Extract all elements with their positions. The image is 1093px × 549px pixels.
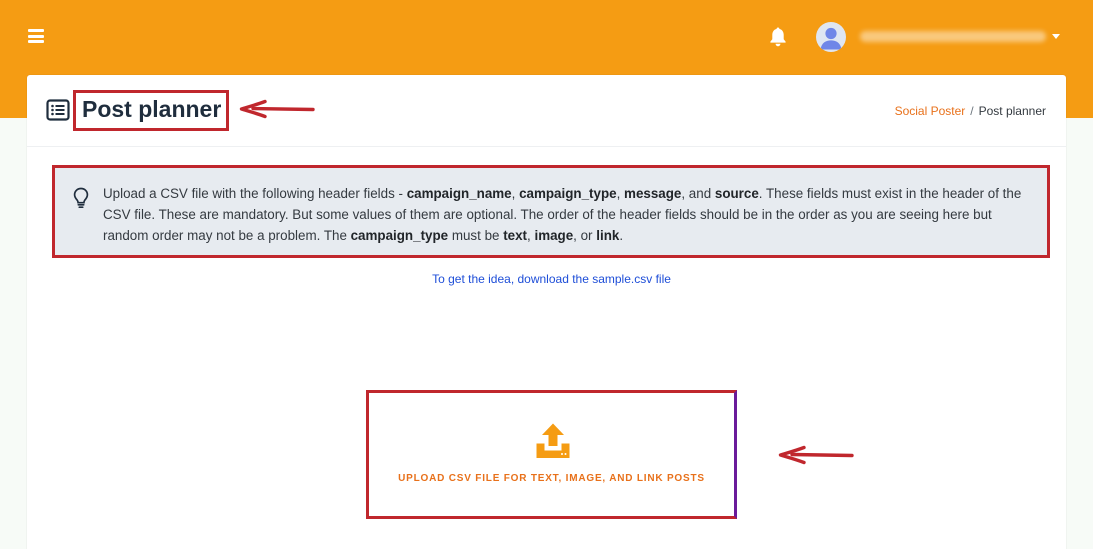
user-name-redacted[interactable] (860, 31, 1046, 42)
upload-icon (536, 423, 570, 458)
download-sample-csv-link[interactable]: To get the idea, download the sample.csv… (27, 272, 1076, 286)
card-header: Post planner Social Poster / Post planner (27, 75, 1066, 147)
field-source: source (714, 186, 759, 201)
breadcrumb-current: Post planner (978, 104, 1046, 118)
type-text: text (503, 228, 528, 243)
title-highlight-box: Post planner (73, 90, 229, 131)
user-avatar-icon[interactable] (816, 22, 846, 52)
caret-down-icon[interactable] (1052, 34, 1060, 39)
type-image: image (534, 228, 574, 243)
breadcrumb-social-poster[interactable]: Social Poster (895, 104, 966, 118)
breadcrumb: Social Poster / Post planner (895, 104, 1046, 118)
hamburger-menu-icon[interactable] (28, 29, 44, 43)
field-campaign-type-ref: campaign_type (350, 228, 449, 243)
field-campaign-type: campaign_type (519, 186, 617, 201)
csv-info-text: Upload a CSV file with the following hea… (103, 186, 1022, 243)
list-alt-icon (46, 99, 70, 121)
field-message: message (624, 186, 682, 201)
field-campaign-name: campaign_name (406, 186, 512, 201)
upload-csv-label: UPLOAD CSV FILE FOR TEXT, IMAGE, AND LIN… (398, 473, 705, 484)
type-link: link (596, 228, 620, 243)
annotation-arrow-upload-icon (778, 445, 854, 465)
breadcrumb-separator: / (970, 104, 974, 118)
upload-csv-dropzone[interactable]: UPLOAD CSV FILE FOR TEXT, IMAGE, AND LIN… (366, 390, 737, 519)
csv-info-callout: Upload a CSV file with the following hea… (52, 165, 1050, 258)
annotation-arrow-left-icon (239, 99, 315, 119)
page-title: Post planner (82, 96, 222, 122)
bell-icon[interactable] (768, 26, 788, 48)
lightbulb-icon (73, 187, 89, 209)
post-planner-card: Post planner Social Poster / Post planner … (27, 75, 1066, 549)
